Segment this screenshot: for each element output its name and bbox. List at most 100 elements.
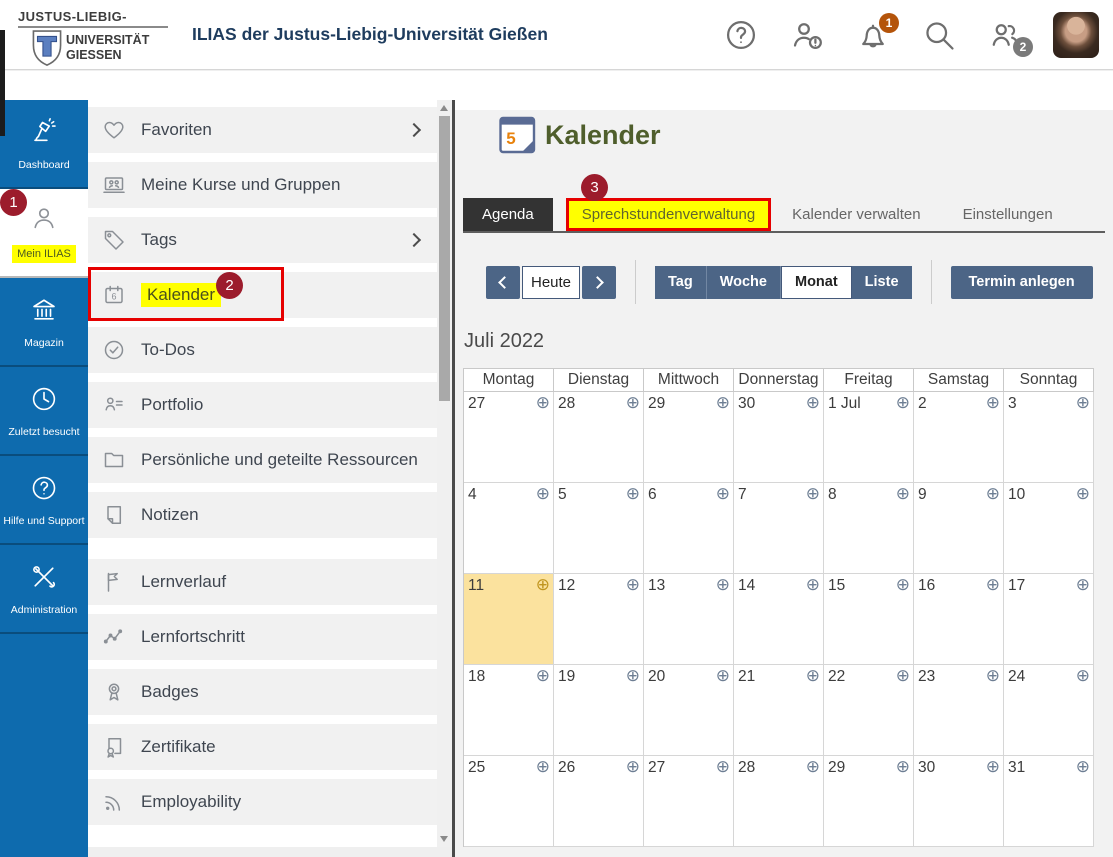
plus-circle-icon[interactable]: ⊕ (716, 575, 730, 595)
sidebar-item-administration[interactable]: Administration (0, 545, 88, 634)
plus-circle-icon[interactable]: ⊕ (806, 484, 820, 504)
day-cell-28[interactable]: 28 ⊕ (734, 756, 824, 847)
plus-circle-icon[interactable]: ⊕ (626, 666, 640, 686)
plus-circle-icon[interactable]: ⊕ (536, 666, 550, 686)
sidebar-item-magazin[interactable]: Magazin (0, 278, 88, 367)
view-woche-button[interactable]: Woche (706, 265, 781, 299)
contacts-icon[interactable]: 2 (987, 17, 1033, 57)
day-cell-4[interactable]: 4 ⊕ (464, 483, 554, 574)
day-cell-27[interactable]: 27 ⊕ (644, 756, 734, 847)
tab-einstellungen[interactable]: Einstellungen (942, 198, 1074, 231)
scroll-down-icon[interactable] (440, 836, 448, 842)
day-cell-9[interactable]: 9 ⊕ (914, 483, 1004, 574)
view-monat-button[interactable]: Monat (780, 265, 852, 299)
day-cell-6[interactable]: 6 ⊕ (644, 483, 734, 574)
plus-circle-icon[interactable]: ⊕ (716, 484, 730, 504)
menu-item-lernfortschritt[interactable]: Lernfortschritt (88, 614, 437, 660)
notifications-icon[interactable]: 1 (855, 13, 899, 53)
day-cell-21[interactable]: 21 ⊕ (734, 665, 824, 756)
plus-circle-icon[interactable]: ⊕ (626, 575, 640, 595)
plus-circle-icon[interactable]: ⊕ (716, 393, 730, 413)
menu-item-favoriten[interactable]: Favoriten (88, 107, 437, 153)
day-cell-28[interactable]: 28 ⊕ (554, 392, 644, 483)
search-icon[interactable] (921, 17, 957, 53)
day-cell-18[interactable]: 18 ⊕ (464, 665, 554, 756)
day-cell-31[interactable]: 31 ⊕ (1004, 756, 1094, 847)
plus-circle-icon[interactable]: ⊕ (806, 666, 820, 686)
day-cell-2[interactable]: 2 ⊕ (914, 392, 1004, 483)
day-cell-30[interactable]: 30 ⊕ (734, 392, 824, 483)
sidebar-item-hilfe-und-support[interactable]: Hilfe und Support (0, 456, 88, 545)
menu-item-notizen[interactable]: Notizen (88, 492, 437, 538)
day-cell-17[interactable]: 17 ⊕ (1004, 574, 1094, 665)
plus-circle-icon[interactable]: ⊕ (986, 575, 1000, 595)
tab-sprechstundenverwaltung[interactable]: Sprechstundenverwaltung (565, 198, 772, 231)
menu-item-zertifikate[interactable]: Zertifikate (88, 724, 437, 770)
plus-circle-icon[interactable]: ⊕ (896, 666, 910, 686)
day-cell-23[interactable]: 23 ⊕ (914, 665, 1004, 756)
plus-circle-icon[interactable]: ⊕ (806, 757, 820, 777)
next-button[interactable] (582, 265, 616, 299)
plus-circle-icon[interactable]: ⊕ (536, 393, 550, 413)
plus-circle-icon[interactable]: ⊕ (896, 575, 910, 595)
day-cell-16[interactable]: 16 ⊕ (914, 574, 1004, 665)
tab-agenda[interactable]: Agenda (463, 198, 553, 231)
plus-circle-icon[interactable]: ⊕ (986, 666, 1000, 686)
plus-circle-icon[interactable]: ⊕ (986, 757, 1000, 777)
today-button[interactable]: Heute (522, 265, 580, 299)
menu-item-employability[interactable]: Employability (88, 779, 437, 825)
day-cell-19[interactable]: 19 ⊕ (554, 665, 644, 756)
plus-circle-icon[interactable]: ⊕ (896, 393, 910, 413)
plus-circle-icon[interactable]: ⊕ (1076, 757, 1090, 777)
plus-circle-icon[interactable]: ⊕ (626, 393, 640, 413)
day-cell-25[interactable]: 25 ⊕ (464, 756, 554, 847)
tab-kalender-verwalten[interactable]: Kalender verwalten (771, 198, 941, 231)
menu-item-badges[interactable]: Badges (88, 669, 437, 715)
day-cell-29[interactable]: 29 ⊕ (824, 756, 914, 847)
day-cell-11[interactable]: 11 ⊕ (464, 574, 554, 665)
menu-item-tags[interactable]: Tags (88, 217, 437, 263)
day-cell-3[interactable]: 3 ⊕ (1004, 392, 1094, 483)
plus-circle-icon[interactable]: ⊕ (986, 393, 1000, 413)
plus-circle-icon[interactable]: ⊕ (1076, 575, 1090, 595)
user-status-icon[interactable] (789, 17, 825, 53)
plus-circle-icon[interactable]: ⊕ (536, 484, 550, 504)
plus-circle-icon[interactable]: ⊕ (806, 393, 820, 413)
sidebar-item-zuletzt-besucht[interactable]: Zuletzt besucht (0, 367, 88, 456)
day-cell-7[interactable]: 7 ⊕ (734, 483, 824, 574)
day-cell-24[interactable]: 24 ⊕ (1004, 665, 1094, 756)
plus-circle-icon[interactable]: ⊕ (896, 484, 910, 504)
menu-item-portfolio[interactable]: Portfolio (88, 382, 437, 428)
scroll-up-icon[interactable] (440, 105, 448, 111)
day-cell-15[interactable]: 15 ⊕ (824, 574, 914, 665)
day-cell-26[interactable]: 26 ⊕ (554, 756, 644, 847)
day-cell-1-jul[interactable]: 1 Jul ⊕ (824, 392, 914, 483)
avatar[interactable] (1053, 12, 1099, 58)
menu-item-to-dos[interactable]: To-Dos (88, 327, 437, 373)
menu-item-lernverlauf[interactable]: Lernverlauf (88, 559, 437, 605)
menu-item-pers-nliche-und-geteilte-ressourcen[interactable]: Persönliche und geteilte Ressourcen (88, 437, 437, 483)
day-cell-5[interactable]: 5 ⊕ (554, 483, 644, 574)
plus-circle-icon[interactable]: ⊕ (1076, 393, 1090, 413)
scrollbar-thumb[interactable] (439, 116, 450, 401)
plus-circle-icon[interactable]: ⊕ (716, 757, 730, 777)
menu-item-kalender[interactable]: 6 Kalender (88, 272, 437, 318)
day-cell-14[interactable]: 14 ⊕ (734, 574, 824, 665)
day-cell-8[interactable]: 8 ⊕ (824, 483, 914, 574)
view-liste-button[interactable]: Liste (851, 265, 912, 299)
plus-circle-icon[interactable]: ⊕ (896, 757, 910, 777)
menu-scrollbar[interactable] (437, 100, 452, 847)
day-cell-30[interactable]: 30 ⊕ (914, 756, 1004, 847)
create-appointment-button[interactable]: Termin anlegen (950, 265, 1093, 299)
plus-circle-icon[interactable]: ⊕ (626, 757, 640, 777)
day-cell-22[interactable]: 22 ⊕ (824, 665, 914, 756)
plus-circle-icon[interactable]: ⊕ (806, 575, 820, 595)
prev-button[interactable] (486, 265, 520, 299)
plus-circle-icon[interactable]: ⊕ (986, 484, 1000, 504)
day-cell-12[interactable]: 12 ⊕ (554, 574, 644, 665)
view-tag-button[interactable]: Tag (655, 265, 707, 299)
day-cell-13[interactable]: 13 ⊕ (644, 574, 734, 665)
plus-circle-icon[interactable]: ⊕ (626, 484, 640, 504)
help-icon[interactable] (723, 17, 759, 53)
plus-circle-icon[interactable]: ⊕ (1076, 484, 1090, 504)
